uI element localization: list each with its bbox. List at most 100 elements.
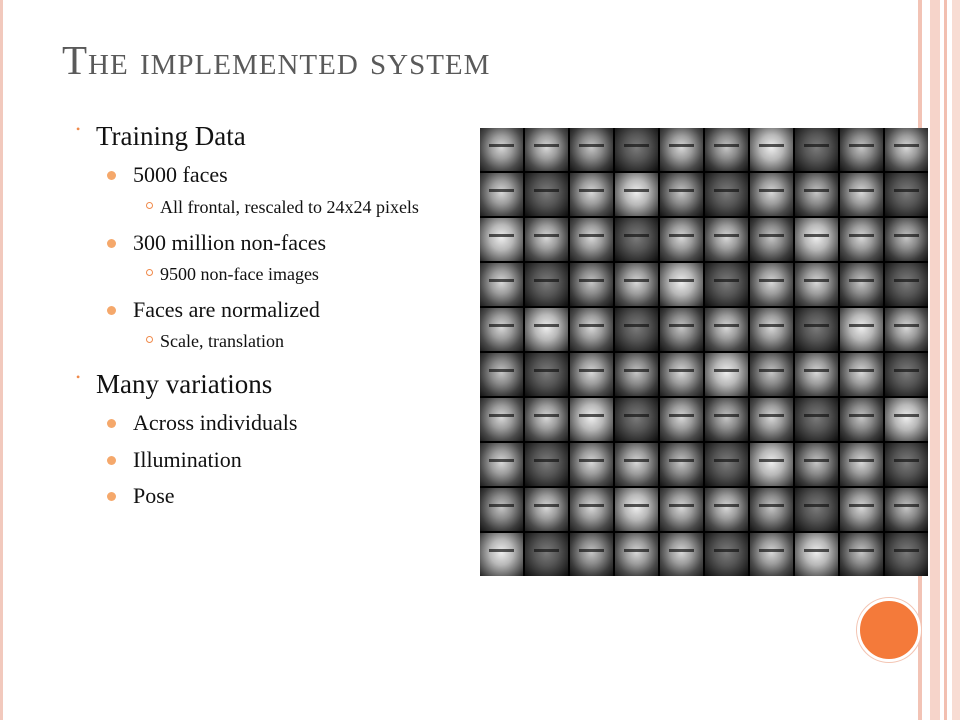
bullet-text: Training Data bbox=[96, 121, 246, 151]
face-thumbnail bbox=[615, 173, 658, 216]
bullet-dot-icon bbox=[107, 492, 116, 502]
bullet-text: All frontal, rescaled to 24x24 pixels bbox=[160, 196, 419, 217]
face-thumbnail bbox=[885, 218, 928, 261]
face-thumbnail bbox=[480, 533, 523, 576]
face-thumbnail bbox=[840, 173, 883, 216]
face-thumbnail bbox=[570, 308, 613, 351]
bullet-level1: Training Data bbox=[76, 120, 436, 152]
face-thumbnail bbox=[570, 488, 613, 531]
face-thumbnail bbox=[750, 443, 793, 486]
face-thumbnail bbox=[525, 443, 568, 486]
face-thumbnail bbox=[840, 533, 883, 576]
bullet-text: Faces are normalized bbox=[133, 296, 320, 322]
face-thumbnail bbox=[660, 488, 703, 531]
face-thumbnail bbox=[480, 308, 523, 351]
face-thumbnail bbox=[525, 218, 568, 261]
face-thumbnail bbox=[840, 398, 883, 441]
face-thumbnail bbox=[615, 443, 658, 486]
bullet-dot-icon bbox=[107, 455, 116, 465]
face-thumbnail bbox=[660, 533, 703, 576]
face-thumbnail bbox=[750, 353, 793, 396]
face-thumbnail bbox=[885, 263, 928, 306]
bullet-text: Pose bbox=[133, 483, 175, 509]
face-thumbnail bbox=[525, 173, 568, 216]
face-thumbnail bbox=[480, 443, 523, 486]
bullet-level2: Faces are normalized bbox=[76, 297, 436, 323]
bullet-list: Training Data 5000 faces All frontal, re… bbox=[76, 120, 436, 510]
bullet-text: 300 million non-faces bbox=[133, 229, 327, 255]
face-thumbnail bbox=[885, 398, 928, 441]
face-thumbnail bbox=[480, 398, 523, 441]
face-thumbnail bbox=[615, 488, 658, 531]
bullet-dot-icon bbox=[107, 238, 116, 248]
face-thumbnail bbox=[885, 308, 928, 351]
bullet-dot-icon bbox=[107, 171, 116, 181]
face-thumbnail bbox=[525, 308, 568, 351]
face-thumbnail bbox=[570, 128, 613, 171]
face-thumbnail bbox=[615, 398, 658, 441]
bullet-level2: 5000 faces bbox=[76, 162, 436, 188]
face-thumbnail bbox=[795, 263, 838, 306]
face-thumbnail bbox=[480, 173, 523, 216]
face-thumbnail bbox=[480, 353, 523, 396]
face-thumbnail bbox=[750, 173, 793, 216]
face-thumbnail bbox=[705, 263, 748, 306]
face-thumbnail bbox=[885, 488, 928, 531]
face-photo-grid bbox=[480, 128, 928, 576]
face-thumbnail bbox=[795, 353, 838, 396]
bullet-text: Illumination bbox=[133, 446, 242, 472]
face-thumbnail bbox=[660, 353, 703, 396]
face-thumbnail bbox=[840, 308, 883, 351]
face-thumbnail bbox=[840, 443, 883, 486]
face-thumbnail bbox=[840, 263, 883, 306]
face-thumbnail bbox=[660, 128, 703, 171]
face-thumbnail bbox=[525, 398, 568, 441]
bullet-text: 9500 non-face images bbox=[160, 264, 319, 284]
face-thumbnail bbox=[525, 488, 568, 531]
bullet-level2: 300 million non-faces bbox=[76, 230, 436, 256]
bullet-dot-icon bbox=[76, 122, 81, 139]
face-thumbnail bbox=[570, 173, 613, 216]
bullet-level3: 9500 non-face images bbox=[76, 262, 436, 287]
face-thumbnail bbox=[525, 533, 568, 576]
face-thumbnail bbox=[660, 173, 703, 216]
face-thumbnail bbox=[615, 353, 658, 396]
face-thumbnail bbox=[750, 533, 793, 576]
face-thumbnail bbox=[480, 263, 523, 306]
face-thumbnail bbox=[795, 173, 838, 216]
face-thumbnail bbox=[885, 533, 928, 576]
bullet-ring-icon bbox=[146, 201, 153, 209]
bullet-level2: Illumination bbox=[76, 447, 436, 473]
face-thumbnail bbox=[525, 128, 568, 171]
face-thumbnail bbox=[750, 488, 793, 531]
face-thumbnail bbox=[705, 443, 748, 486]
face-thumbnail bbox=[615, 533, 658, 576]
face-thumbnail bbox=[885, 173, 928, 216]
face-thumbnail bbox=[615, 308, 658, 351]
face-thumbnail bbox=[795, 488, 838, 531]
face-thumbnail bbox=[480, 128, 523, 171]
side-bar bbox=[944, 0, 947, 720]
face-thumbnail bbox=[705, 353, 748, 396]
face-thumbnail bbox=[525, 353, 568, 396]
face-thumbnail bbox=[750, 128, 793, 171]
side-bar bbox=[952, 0, 960, 720]
face-thumbnail bbox=[750, 308, 793, 351]
bullet-text: 5000 faces bbox=[133, 162, 228, 188]
bullet-ring-icon bbox=[146, 269, 153, 276]
side-bar bbox=[930, 0, 940, 720]
bullet-ring-icon bbox=[146, 336, 153, 344]
face-thumbnail bbox=[570, 398, 613, 441]
face-thumbnail bbox=[660, 398, 703, 441]
face-thumbnail bbox=[705, 308, 748, 351]
face-thumbnail bbox=[750, 398, 793, 441]
face-thumbnail bbox=[705, 398, 748, 441]
bullet-level3: All frontal, rescaled to 24x24 pixels bbox=[76, 195, 436, 220]
face-thumbnail bbox=[750, 263, 793, 306]
bullet-dot-icon bbox=[107, 419, 116, 429]
bullet-text: Scale, translation bbox=[160, 331, 284, 352]
face-thumbnail bbox=[615, 218, 658, 261]
face-thumbnail bbox=[705, 173, 748, 216]
face-thumbnail bbox=[840, 353, 883, 396]
face-thumbnail bbox=[840, 128, 883, 171]
